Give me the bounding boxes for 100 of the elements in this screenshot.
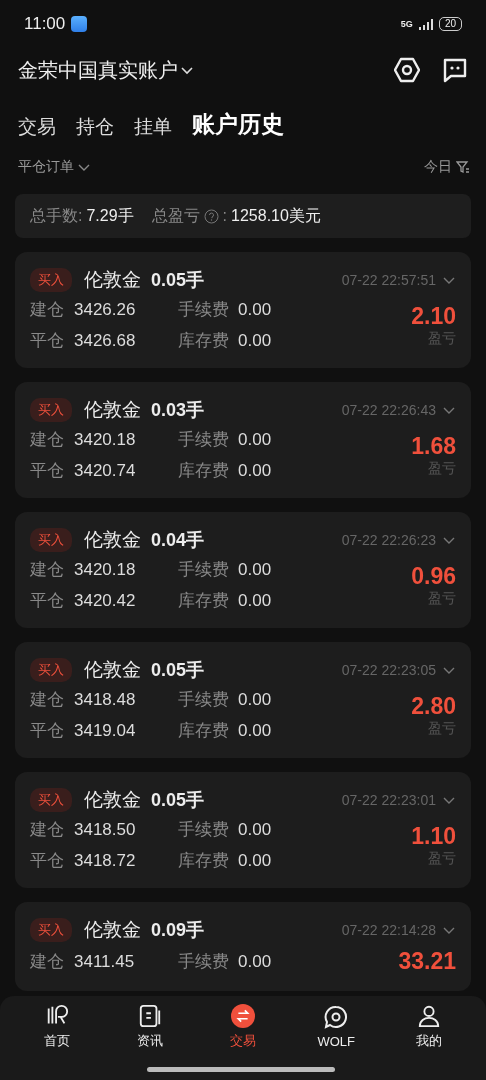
profit-value: 33.21 [398, 948, 456, 975]
order-type-dropdown[interactable]: 平仓订单 [18, 158, 91, 176]
expand-icon[interactable] [442, 925, 456, 935]
nav-item[interactable]: 首页 [10, 998, 104, 1050]
filter-icon[interactable] [456, 160, 470, 174]
battery-icon: 20 [438, 17, 462, 31]
profit-value: 2.10 [411, 302, 456, 330]
fee-label: 手续费 [178, 951, 230, 973]
swap-value: 0.00 [238, 590, 272, 612]
fee-value: 0.00 [238, 299, 272, 321]
account-selector[interactable]: 金荣中国真实账户 [18, 56, 194, 84]
message-icon[interactable] [442, 57, 468, 83]
fee-value: 0.00 [238, 951, 272, 973]
open-label: 建仓 [30, 951, 65, 973]
help-icon[interactable] [203, 208, 219, 224]
close-price: 3419.04 [74, 720, 137, 742]
order-time: 07-22 22:14:28 [341, 922, 436, 938]
fee-label: 手续费 [178, 819, 230, 841]
open-price: 3411.45 [74, 951, 136, 973]
profit-value: 1.10 [411, 822, 456, 850]
close-label: 平仓 [30, 330, 65, 352]
network-label: 5G [400, 19, 413, 29]
close-label: 平仓 [30, 460, 65, 482]
lots-value: 0.03手 [151, 399, 205, 422]
lots-value: 0.09手 [151, 919, 205, 942]
swap-arrows-icon [230, 1004, 256, 1028]
profit-value: 1.68 [411, 432, 456, 460]
open-price: 3418.48 [74, 689, 137, 711]
profit-value: 2.80 [411, 692, 456, 720]
total-pnl-value: 1258.10美元 [231, 205, 321, 226]
chevron-down-icon [77, 162, 91, 172]
swap-value: 0.00 [238, 720, 272, 742]
tab[interactable]: 交易 [18, 114, 56, 140]
swap-value: 0.00 [238, 330, 272, 352]
close-price: 3420.42 [74, 590, 137, 612]
open-price: 3420.18 [74, 559, 137, 581]
swap-label: 库存费 [178, 460, 230, 482]
fee-value: 0.00 [238, 429, 272, 451]
lots-value: 0.04手 [151, 529, 205, 552]
total-pnl-label: 总盈亏 [151, 205, 200, 226]
close-price: 3418.72 [74, 850, 137, 872]
swap-value: 0.00 [238, 460, 272, 482]
tab[interactable]: 持仓 [76, 114, 114, 140]
fee-label: 手续费 [178, 559, 230, 581]
open-price: 3418.50 [74, 819, 137, 841]
swap-label: 库存费 [178, 720, 230, 742]
side-tag: 买入 [30, 658, 72, 682]
lots-value: 0.05手 [151, 269, 205, 292]
open-price: 3426.26 [74, 299, 137, 321]
symbol-label: 伦敦金 [84, 268, 141, 292]
fee-value: 0.00 [238, 819, 272, 841]
side-tag: 买入 [30, 918, 72, 942]
open-price: 3420.18 [74, 429, 137, 451]
nav-item[interactable]: 交易 [196, 998, 290, 1050]
side-tag: 买入 [30, 528, 72, 552]
fee-label: 手续费 [178, 429, 230, 451]
close-price: 3426.68 [74, 330, 137, 352]
symbol-label: 伦敦金 [84, 658, 141, 682]
swap-label: 库存费 [178, 850, 230, 872]
open-label: 建仓 [30, 559, 65, 581]
open-label: 建仓 [30, 689, 65, 711]
status-time: 11:00 [24, 14, 66, 34]
expand-icon[interactable] [442, 405, 456, 415]
expand-icon[interactable] [442, 535, 456, 545]
fee-value: 0.00 [238, 559, 272, 581]
profit-value: 0.96 [411, 562, 456, 590]
expand-icon[interactable] [442, 275, 456, 285]
nav-item[interactable]: 我的 [382, 998, 476, 1050]
order-time: 07-22 22:23:01 [341, 792, 436, 808]
chevron-down-icon [180, 65, 194, 75]
fee-label: 手续费 [178, 299, 230, 321]
nav-item[interactable]: 资讯 [103, 998, 197, 1050]
swap-label: 库存费 [178, 330, 230, 352]
order-time: 07-22 22:57:51 [341, 272, 436, 288]
signal-icon [418, 18, 433, 30]
open-label: 建仓 [30, 819, 65, 841]
fee-label: 手续费 [178, 689, 230, 711]
close-label: 平仓 [30, 850, 65, 872]
total-lots-value: 7.29手 [86, 205, 134, 226]
lots-value: 0.05手 [151, 659, 205, 682]
symbol-label: 伦敦金 [84, 918, 141, 942]
order-card[interactable]: 买入 伦敦金 0.09手 07-22 22:14:28 建仓 3411.45 手续费 0.00 33.21 [15, 902, 471, 991]
total-lots-label: 总手数: [30, 205, 83, 226]
colon-label: : [222, 207, 228, 225]
swap-value: 0.00 [238, 850, 272, 872]
side-tag: 买入 [30, 788, 72, 812]
settings-icon[interactable] [394, 57, 420, 83]
side-tag: 买入 [30, 398, 72, 422]
expand-icon[interactable] [442, 795, 456, 805]
tab[interactable]: 挂单 [134, 114, 172, 140]
app-icon [71, 16, 88, 32]
nav-item[interactable]: WOLF [289, 998, 383, 1050]
lots-value: 0.05手 [151, 789, 205, 812]
tab[interactable]: 账户历史 [192, 109, 284, 140]
order-time: 07-22 22:26:43 [341, 402, 436, 418]
expand-icon[interactable] [442, 665, 456, 675]
order-time: 07-22 22:26:23 [341, 532, 436, 548]
close-label: 平仓 [30, 590, 65, 612]
open-label: 建仓 [30, 429, 65, 451]
side-tag: 买入 [30, 268, 72, 292]
